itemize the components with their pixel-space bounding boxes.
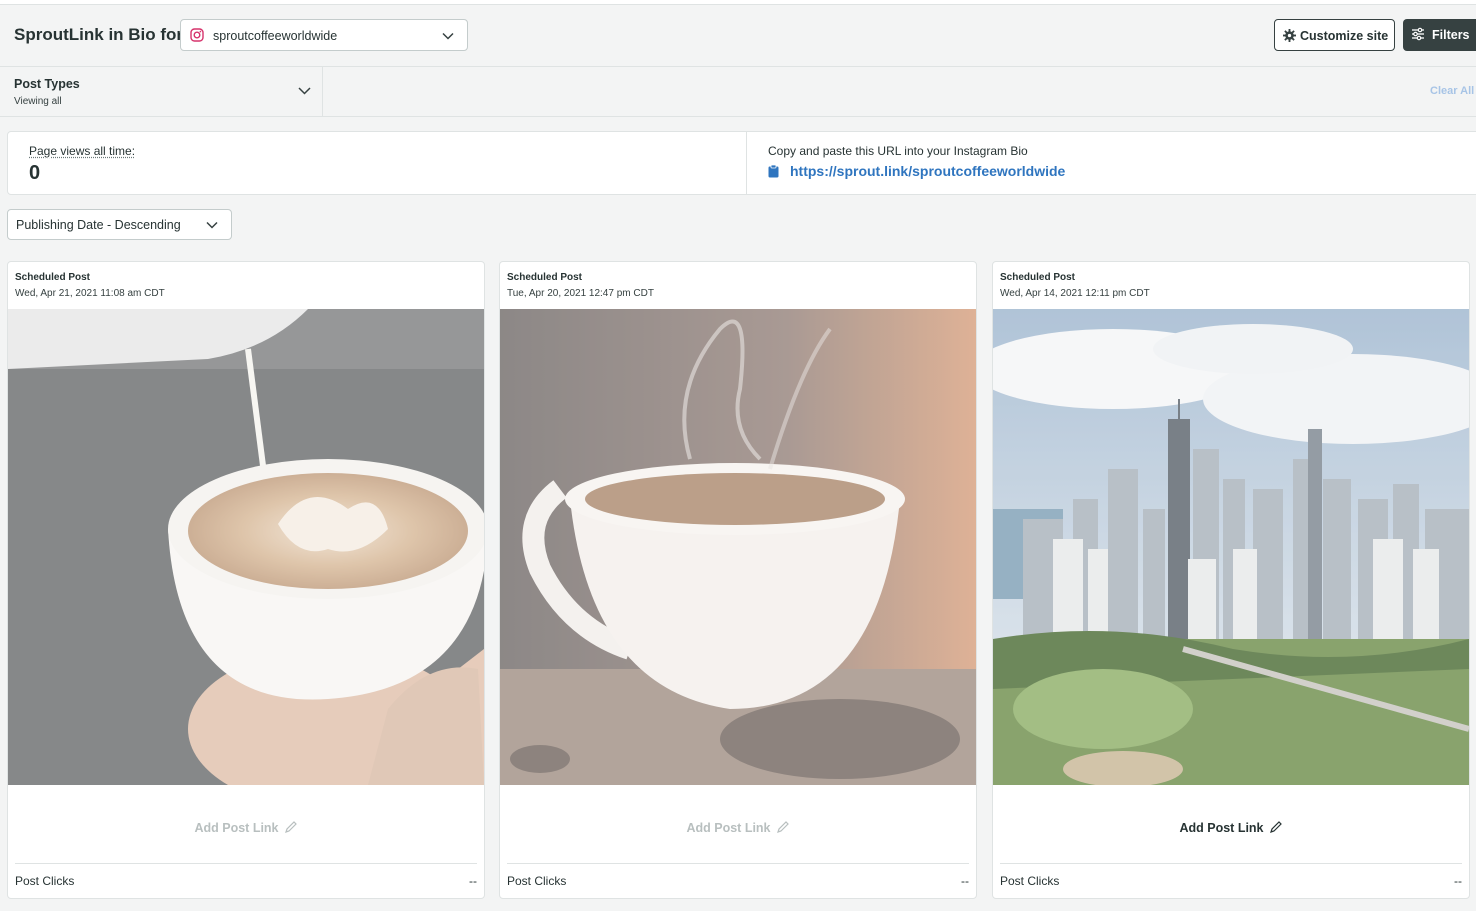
clear-all-button[interactable]: Clear All (1430, 85, 1474, 97)
pencil-icon (284, 821, 297, 833)
add-post-link-button[interactable]: Add Post Link (993, 820, 1469, 835)
post-card[interactable]: Scheduled Post Tue, Apr 20, 2021 12:47 p… (499, 261, 977, 899)
chevron-down-icon (298, 87, 311, 95)
chevron-down-icon (206, 221, 218, 229)
pencil-icon (776, 821, 789, 833)
add-post-link-label: Add Post Link (686, 821, 771, 835)
latte-art-photo[interactable] (8, 309, 484, 785)
sliders-icon (1412, 27, 1424, 41)
page-views-label: Page views all time: (29, 144, 136, 158)
image-overlay (993, 309, 1469, 785)
add-post-link-button[interactable]: Add Post Link (500, 820, 976, 835)
post-clicks-label: Post Clicks (15, 874, 75, 888)
add-post-link-button[interactable]: Add Post Link (8, 820, 484, 835)
chevron-down-icon (442, 32, 454, 40)
post-clicks-value: -- (1454, 874, 1462, 888)
pencil-icon (1269, 821, 1282, 833)
post-card[interactable]: Scheduled Post Wed, Apr 21, 2021 11:08 a… (7, 261, 485, 899)
post-type: Scheduled Post (507, 272, 583, 283)
clipboard-icon[interactable] (768, 165, 779, 178)
post-types-subtitle: Viewing all (14, 96, 62, 107)
post-type: Scheduled Post (15, 272, 91, 283)
post-date: Wed, Apr 21, 2021 11:08 am CDT (15, 288, 165, 299)
page-views-value: 0 (29, 162, 41, 184)
customize-site-label: Customize site (1300, 29, 1389, 43)
post-clicks-label: Post Clicks (507, 874, 567, 888)
gear-icon (1283, 29, 1296, 42)
card-divider (1000, 863, 1462, 864)
post-types-title: Post Types (14, 77, 80, 91)
sort-select[interactable]: Publishing Date - Descending (7, 209, 232, 240)
filter-bar: Post Types Viewing all Clear All (0, 67, 1476, 117)
sort-selected: Publishing Date - Descending (16, 218, 181, 232)
bio-url-link[interactable]: https://sprout.link/sproutcoffeeworldwid… (790, 163, 1065, 179)
post-clicks-label: Post Clicks (1000, 874, 1060, 888)
post-type: Scheduled Post (1000, 272, 1076, 283)
stats-divider (746, 132, 747, 194)
bio-url-label: Copy and paste this URL into your Instag… (768, 144, 1028, 158)
instagram-icon (190, 28, 204, 42)
post-date: Wed, Apr 14, 2021 12:11 pm CDT (1000, 288, 1150, 299)
image-overlay (500, 309, 976, 785)
post-clicks-value: -- (961, 874, 969, 888)
add-post-link-label: Add Post Link (194, 821, 279, 835)
stats-panel: Page views all time: 0 Copy and paste th… (7, 131, 1476, 195)
steaming-coffee-cup-photo[interactable] (500, 309, 976, 785)
card-divider (507, 863, 969, 864)
add-post-link-label: Add Post Link (1179, 821, 1264, 835)
post-clicks-value: -- (469, 874, 477, 888)
page-title: SproutLink in Bio for (14, 25, 184, 44)
card-divider (15, 863, 477, 864)
post-types-filter[interactable]: Post Types Viewing all (0, 67, 323, 117)
post-date: Tue, Apr 20, 2021 12:47 pm CDT (507, 288, 654, 299)
chicago-skyline-photo[interactable] (993, 309, 1469, 785)
image-overlay (8, 309, 484, 785)
page-header: SproutLink in Bio for sproutcoffeeworldw… (0, 5, 1476, 67)
post-card[interactable]: Scheduled Post Wed, Apr 14, 2021 12:11 p… (992, 261, 1470, 899)
profile-name: sproutcoffeeworldwide (213, 29, 338, 43)
profile-select[interactable]: sproutcoffeeworldwide (180, 19, 468, 51)
filters-button[interactable]: Filters (1403, 19, 1476, 51)
filters-label: Filters (1432, 28, 1470, 42)
customize-site-button[interactable]: Customize site (1274, 19, 1395, 51)
